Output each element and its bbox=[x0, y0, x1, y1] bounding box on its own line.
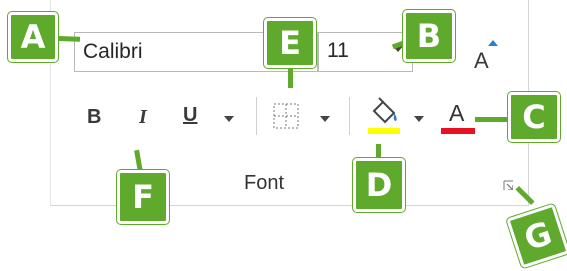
font-color-swatch bbox=[441, 128, 475, 134]
font-size-box[interactable]: 11 bbox=[318, 32, 413, 72]
font-color-button[interactable]: A bbox=[440, 100, 476, 136]
fill-color-dropdown-icon[interactable] bbox=[414, 116, 424, 122]
callout-badge-e: E bbox=[264, 18, 316, 68]
paint-bucket-icon[interactable] bbox=[368, 97, 402, 135]
italic-button[interactable]: I bbox=[139, 106, 147, 129]
group-title-font: Font bbox=[244, 172, 285, 194]
borders-icon[interactable] bbox=[273, 103, 299, 129]
underline-dropdown-icon[interactable] bbox=[224, 116, 234, 122]
callout-badge-d: D bbox=[353, 158, 405, 212]
font-size-value: 11 bbox=[327, 39, 349, 62]
borders-dropdown-icon[interactable] bbox=[320, 116, 330, 122]
callout-badge-c: C bbox=[508, 92, 560, 142]
separator bbox=[349, 97, 350, 135]
callout-badge-f: F bbox=[117, 170, 169, 224]
grow-font-glyph: A bbox=[474, 48, 489, 73]
dialog-launcher-icon[interactable] bbox=[503, 180, 513, 190]
separator bbox=[256, 97, 257, 135]
font-color-glyph: A bbox=[449, 100, 465, 126]
increase-arrow-icon bbox=[488, 40, 498, 46]
callout-leader-c bbox=[475, 117, 511, 122]
callout-badge-a: A bbox=[8, 12, 58, 62]
underline-button[interactable]: U bbox=[183, 104, 197, 127]
callout-badge-g: G bbox=[506, 203, 567, 269]
grow-font-button[interactable]: A bbox=[474, 40, 500, 73]
bold-button[interactable]: B bbox=[87, 106, 101, 129]
callout-badge-b: B bbox=[403, 10, 455, 62]
font-name-input[interactable] bbox=[83, 39, 283, 65]
